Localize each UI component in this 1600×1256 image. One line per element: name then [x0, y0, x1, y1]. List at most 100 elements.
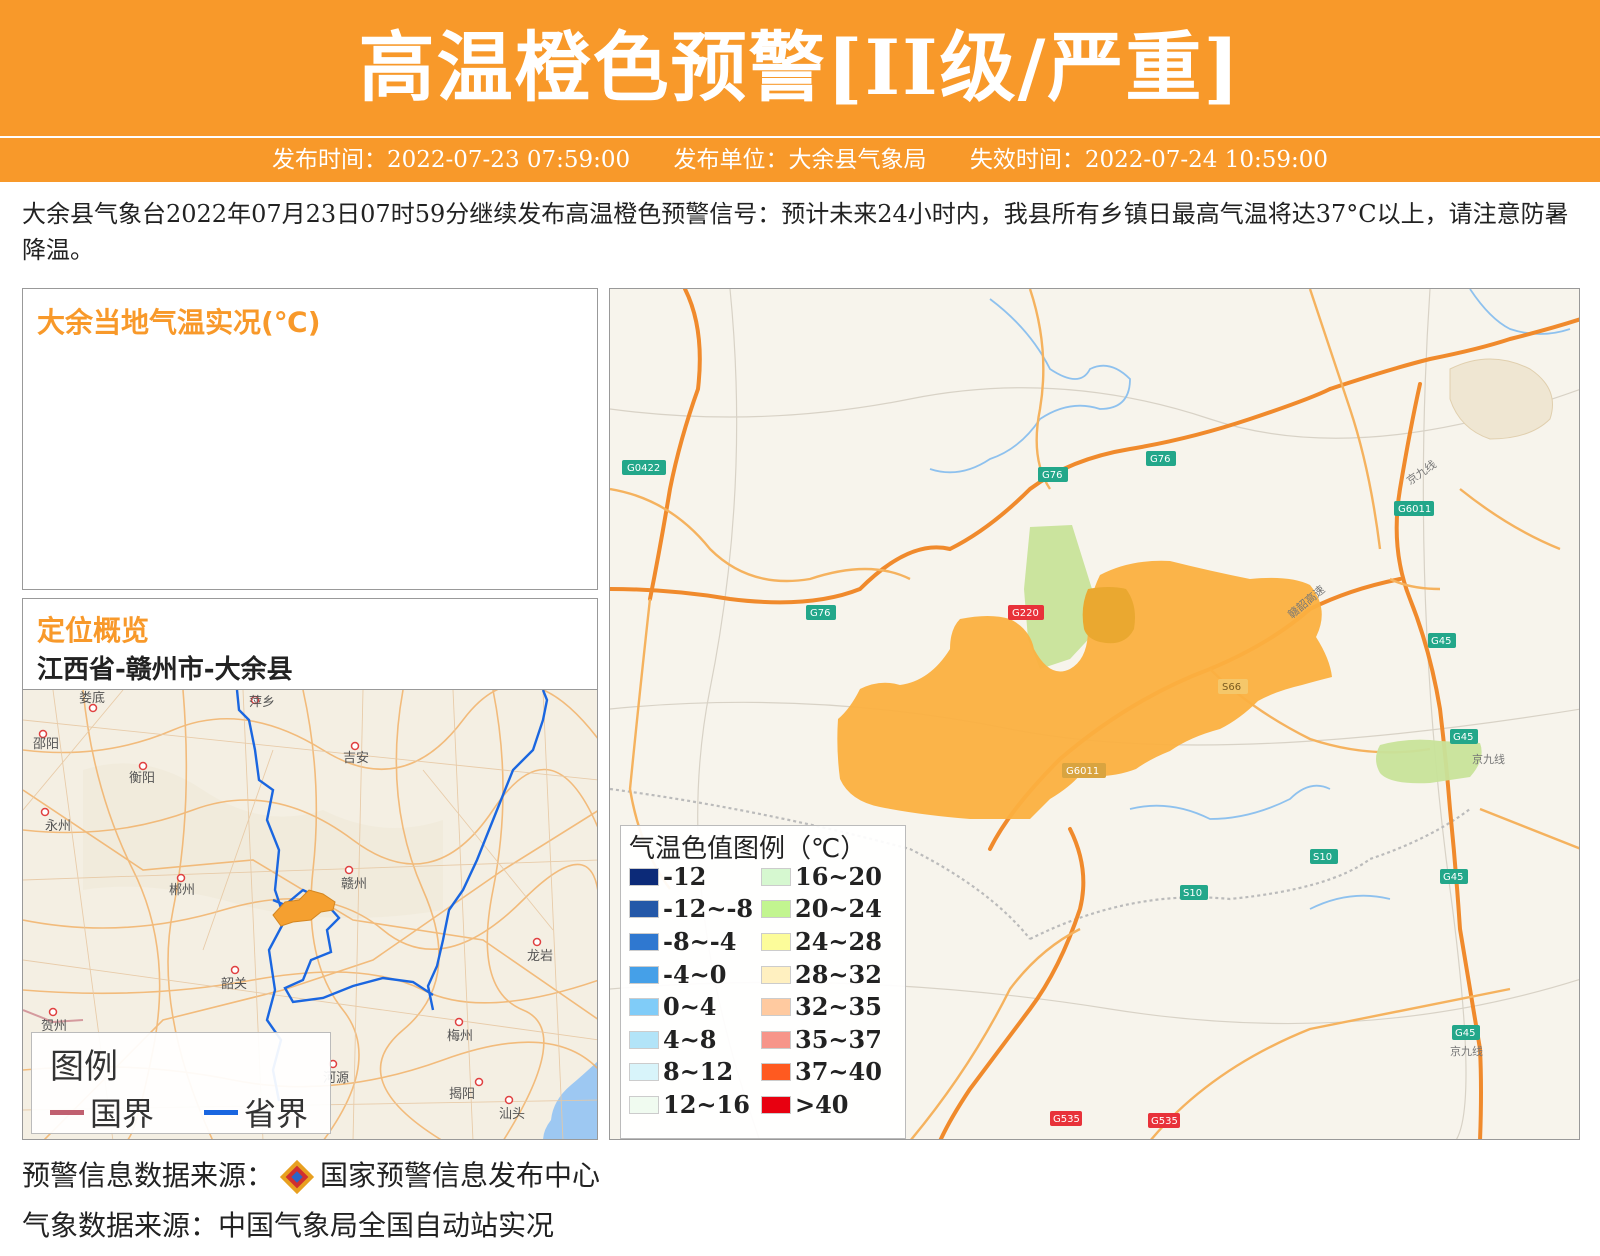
- legend-swatch: [629, 1062, 659, 1081]
- road-label-g6011-2: G6011: [1398, 504, 1431, 515]
- road-label-g6011-1: G6011: [1066, 766, 1099, 777]
- road-label-s10-2: S10: [1183, 888, 1202, 899]
- legend-swatch: [629, 1095, 659, 1114]
- legend-label: -8~-4: [663, 927, 737, 956]
- expire-time: 失效时间：2022-07-24 10:59:00: [969, 147, 1329, 173]
- legend-label: 8~12: [663, 1057, 734, 1086]
- legend-swatch: [629, 867, 659, 886]
- road-label-g45-4: G45: [1455, 1028, 1475, 1039]
- warning-source-label: 预警信息数据来源：: [22, 1159, 275, 1192]
- road-label-g45-3: G45: [1443, 872, 1463, 883]
- location-overview-panel: 定位概览 江西省-赣州市-大余县: [22, 598, 598, 690]
- temperature-legend-title: 气温色值图例（℃）: [629, 834, 867, 864]
- city-label-jieyang: 揭阳: [449, 1087, 475, 1102]
- legend-label: -12~-8: [663, 894, 754, 923]
- provincial-border-label: 省界: [244, 1095, 309, 1133]
- live-temperature-title: 大余当地气温实况(℃): [37, 306, 321, 339]
- legend-swatch: [761, 899, 791, 918]
- rail-label-jingjiu-2: 京九线: [1472, 752, 1505, 766]
- legend-item: 35~37: [761, 1025, 882, 1054]
- legend-national-border: 国界: [50, 1089, 154, 1135]
- national-border-swatch: [50, 1109, 84, 1115]
- legend-label: 0~4: [663, 992, 717, 1021]
- road-label-s10-1: S10: [1313, 852, 1332, 863]
- national-border-label: 国界: [90, 1095, 155, 1133]
- legend-item: 20~24: [761, 894, 882, 923]
- legend-label: 20~24: [795, 894, 882, 923]
- weather-source-line: 气象数据来源：中国气象局全国自动站实况: [22, 1209, 555, 1242]
- provincial-border-swatch: [204, 1109, 238, 1115]
- warning-title: 高温橙色预警[II级/严重]: [358, 23, 1242, 112]
- city-label-longyan: 龙岩: [527, 949, 553, 964]
- legend-item: -12~-8: [629, 894, 753, 923]
- road-label-g535-1: G535: [1053, 1114, 1080, 1125]
- temperature-legend: 气温色值图例（℃） -12 -12~-8 -8~-4 -4~0 0~4 4~8 …: [620, 825, 906, 1139]
- legend-item: -8~-4: [629, 927, 736, 956]
- legend-item: 8~12: [629, 1057, 733, 1086]
- legend-label: 37~40: [795, 1057, 882, 1086]
- detail-map[interactable]: G0422 G76 G76 G76 G220 S66 G6011 G6011 G…: [609, 288, 1580, 1140]
- city-label-hengyang: 衡阳: [129, 771, 155, 786]
- legend-swatch: [629, 932, 659, 951]
- legend-item: -4~0: [629, 960, 726, 989]
- road-label-s66: S66: [1222, 682, 1241, 693]
- overview-legend-title: 图例: [50, 1047, 118, 1087]
- city-label-chenzhou: 郴州: [169, 883, 195, 898]
- legend-swatch: [761, 1095, 791, 1114]
- road-label-g45-2: G45: [1453, 732, 1473, 743]
- legend-swatch: [761, 965, 791, 984]
- legend-provincial-border: 省界: [204, 1089, 308, 1135]
- legend-swatch: [761, 1030, 791, 1049]
- city-label-meizhou: 梅州: [447, 1029, 473, 1044]
- legend-swatch: [629, 899, 659, 918]
- legend-swatch: [629, 997, 659, 1016]
- legend-label: 16~20: [795, 862, 882, 891]
- warning-source-name: 国家预警信息发布中心: [320, 1159, 601, 1192]
- road-label-g220: G220: [1012, 608, 1039, 619]
- legend-item: 28~32: [761, 960, 882, 989]
- location-overview-title: 定位概览: [37, 614, 150, 647]
- overview-map[interactable]: 娄底 萍乡 邵阳 衡阳 吉安 永州 郴州 赣州 韶关 龙岩 梅州 贺州 河源 揭…: [22, 689, 598, 1140]
- rail-label-jingjiu-3: 京九线: [1450, 1044, 1483, 1058]
- overview-legend: 图例 国界 省界: [31, 1032, 331, 1134]
- legend-item: 12~16: [629, 1090, 750, 1119]
- city-label-ganzhou: 赣州: [341, 877, 367, 892]
- legend-swatch: [629, 1030, 659, 1049]
- warning-source-line: 预警信息数据来源： 国家预警信息发布中心: [22, 1154, 600, 1196]
- road-label-g76-2: G76: [1150, 454, 1170, 465]
- legend-item: 24~28: [761, 927, 882, 956]
- city-label-pingxiang: 萍乡: [249, 695, 275, 710]
- legend-item: 37~40: [761, 1057, 882, 1086]
- warning-header: 高温橙色预警[II级/严重]: [0, 0, 1600, 136]
- road-label-g76-3: G76: [810, 608, 830, 619]
- city-label-shaoyang: 邵阳: [33, 737, 59, 752]
- live-temperature-panel: 大余当地气温实况(℃): [22, 288, 598, 590]
- city-label-shaoguan: 韶关: [221, 976, 247, 992]
- legend-label: -12: [663, 862, 707, 891]
- warning-info-bar: 发布时间：2022-07-23 07:59:00 发布单位：大余县气象局 失效时…: [0, 138, 1600, 182]
- legend-label: 24~28: [795, 927, 882, 956]
- legend-swatch: [761, 867, 791, 886]
- legend-swatch: [629, 965, 659, 984]
- road-label-g76-1: G76: [1042, 470, 1062, 481]
- city-label-loudi: 娄底: [79, 690, 105, 706]
- city-label-shantou: 汕头: [499, 1107, 525, 1122]
- legend-label: 12~16: [663, 1090, 750, 1119]
- road-label-g0422: G0422: [627, 463, 660, 474]
- legend-label: 35~37: [795, 1025, 882, 1054]
- legend-item: >40: [761, 1090, 849, 1119]
- warning-center-logo-icon: [279, 1159, 315, 1195]
- issuer: 发布单位：大余县气象局: [673, 147, 927, 173]
- city-label-jian: 吉安: [343, 751, 369, 766]
- city-label-yongzhou: 永州: [45, 819, 71, 834]
- legend-item: 32~35: [761, 992, 882, 1021]
- warning-description: 大余县气象台2022年07月23日07时59分继续发布高温橙色预警信号：预计未来…: [22, 200, 1569, 264]
- location-path: 江西省-赣州市-大余县: [37, 655, 293, 685]
- legend-item: 16~20: [761, 862, 882, 891]
- legend-swatch: [761, 932, 791, 951]
- legend-label: -4~0: [663, 960, 727, 989]
- legend-item: -12: [629, 862, 706, 891]
- legend-swatch: [761, 1062, 791, 1081]
- legend-item: 0~4: [629, 992, 717, 1021]
- legend-label: 4~8: [663, 1025, 717, 1054]
